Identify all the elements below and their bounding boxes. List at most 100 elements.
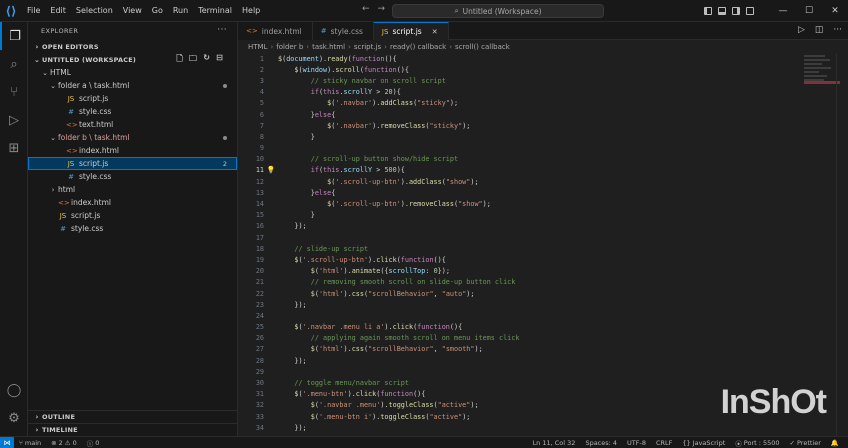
tree-file[interactable]: <> text.html [28, 118, 237, 131]
problems-indicator[interactable]: ⊗ 2 ⚠ 0 [46, 439, 82, 447]
line-number: 24 [255, 311, 264, 320]
prettier-status[interactable]: ✓ Prettier [785, 439, 826, 447]
outline-section[interactable]: › OUTLINE [28, 410, 237, 423]
new-folder-icon[interactable]: 🗀 [189, 53, 197, 67]
branch-name: main [24, 438, 42, 447]
open-editors-section[interactable]: › OPEN EDITORS [28, 40, 237, 53]
source-control-icon[interactable]: ⑂ [0, 78, 28, 106]
tree-file[interactable]: <> index.html [28, 144, 237, 157]
account-icon[interactable]: ◯ [0, 376, 28, 404]
customize-layout-icon[interactable] [746, 7, 754, 15]
forward-arrow-icon[interactable]: → [378, 4, 386, 14]
editor-tab[interactable]: # style.css [312, 22, 374, 40]
tree-folder[interactable]: ⌄ folder a \ task.html [28, 79, 237, 92]
tree-file[interactable]: JS script.js 2 [28, 157, 237, 170]
tree-folder[interactable]: ⌄ HTML [28, 66, 237, 79]
extensions-icon[interactable]: ⊞ [0, 134, 28, 162]
menu-item-selection[interactable]: Selection [71, 6, 118, 15]
workspace-section[interactable]: ⌄ UNTITLED (WORKSPACE) 🗋 🗀 ↻ ⊟ [28, 53, 237, 66]
split-editor-icon[interactable]: ◫ [815, 25, 824, 35]
line-number: 33 [255, 412, 264, 421]
menu-item-file[interactable]: File [22, 6, 45, 15]
editor-tab[interactable]: JS script.js ✕ [373, 22, 449, 40]
settings-gear-icon[interactable]: ⚙ [0, 404, 28, 432]
new-file-icon[interactable]: 🗋 [176, 53, 183, 67]
chevron-right-icon: › [51, 185, 55, 194]
tree-folder[interactable]: ⌄ folder b \ task.html [28, 131, 237, 144]
editor-tab[interactable]: <> index.html [238, 22, 313, 40]
breadcrumb-item[interactable]: task.html [312, 43, 345, 51]
line-number: 10 [255, 155, 264, 164]
tree-file[interactable]: JS script.js [28, 209, 237, 222]
line-number: 23 [255, 300, 264, 309]
menu-item-run[interactable]: Run [168, 6, 193, 15]
tree-file[interactable]: # style.css [28, 170, 237, 183]
command-center-search[interactable]: ⌕ Untitled (Workspace) [392, 4, 604, 18]
tree-file[interactable]: # style.css [28, 105, 237, 118]
code-editor[interactable]: 1 $(document).ready(function(){2 $(window… [238, 53, 848, 436]
warning-count: 0 [72, 438, 77, 447]
code-text: // toggle menu/navbar script [294, 379, 409, 388]
more-actions-icon[interactable]: ··· [833, 25, 842, 35]
chevron-right-icon: › [384, 42, 387, 51]
run-debug-icon[interactable]: ▷ [0, 106, 28, 134]
language-mode[interactable]: {} JavaScript [677, 439, 730, 447]
cursor-position[interactable]: Ln 11, Col 32 [528, 439, 581, 447]
code-line: 2 $(window).scroll(function(){ [238, 64, 848, 75]
line-number: 13 [255, 188, 264, 197]
menu-item-terminal[interactable]: Terminal [193, 6, 237, 15]
tree-file[interactable]: JS script.js [28, 92, 237, 105]
code-text: }else{ [278, 110, 336, 119]
sidebar-title: EXPLORER [41, 27, 79, 35]
branch-indicator[interactable]: ⑂ main [14, 439, 46, 447]
indentation[interactable]: Spaces: 4 [580, 439, 622, 447]
maximize-button[interactable]: ☐ [796, 0, 822, 22]
menu-item-go[interactable]: Go [147, 6, 168, 15]
live-server-port[interactable]: ⦿ Port : 5500 [730, 438, 784, 448]
tree-item-label: style.css [79, 172, 112, 181]
notifications-bell-icon[interactable]: 🔔 [826, 439, 844, 447]
code-text: } [278, 132, 315, 141]
line-ending[interactable]: CRLF [651, 439, 677, 447]
code-line: 29 [238, 366, 848, 377]
collapse-all-icon[interactable]: ⊟ [216, 53, 223, 67]
menu-item-view[interactable]: View [118, 6, 147, 15]
toggle-secondary-sidebar-icon[interactable] [732, 7, 740, 15]
minimize-button[interactable]: — [770, 0, 796, 22]
check-icon: ✓ [789, 439, 795, 447]
minimap[interactable] [804, 53, 840, 113]
watermark-logo: InShOt [720, 383, 827, 421]
breadcrumb-item[interactable]: HTML [248, 43, 267, 51]
info-indicator[interactable]: ⓘ 0 [82, 438, 105, 448]
css-file-icon: # [68, 172, 74, 181]
breadcrumb-item[interactable]: ready() callback [390, 43, 446, 51]
breadcrumb-item[interactable]: scroll() callback [455, 43, 510, 51]
timeline-section[interactable]: › TIMELINE [28, 423, 237, 436]
breadcrumb-item[interactable]: folder b [276, 43, 303, 51]
more-actions-icon[interactable]: ··· [217, 25, 227, 35]
code-text: }); [278, 222, 307, 231]
explorer-icon[interactable]: ❐ [0, 22, 28, 50]
menu-bar: File Edit Selection View Go Run Terminal Help [22, 0, 265, 22]
tree-file[interactable]: # style.css [28, 222, 237, 235]
tree-file[interactable]: <> index.html [28, 196, 237, 209]
encoding[interactable]: UTF-8 [622, 439, 651, 447]
vertical-scrollbar[interactable] [836, 53, 848, 436]
close-tab-icon[interactable]: ✕ [432, 28, 438, 36]
modified-dot-icon [223, 83, 227, 88]
close-window-button[interactable]: ✕ [822, 0, 848, 22]
menu-item-help[interactable]: Help [237, 6, 265, 15]
menu-item-edit[interactable]: Edit [45, 6, 71, 15]
refresh-icon[interactable]: ↻ [203, 53, 210, 67]
breadcrumb-item[interactable]: script.js [354, 43, 381, 51]
toggle-primary-sidebar-icon[interactable] [704, 7, 712, 15]
run-file-icon[interactable]: ▷ [798, 25, 805, 35]
back-arrow-icon[interactable]: ← [362, 4, 370, 14]
search-icon[interactable]: ⌕ [0, 50, 28, 78]
minimap-error-marker [804, 81, 840, 84]
toggle-panel-icon[interactable] [718, 7, 726, 15]
lightbulb-icon[interactable]: 💡 [264, 166, 278, 174]
remote-indicator-icon[interactable]: ⋈ [0, 436, 14, 448]
code-line: 9 [238, 143, 848, 154]
tree-folder[interactable]: › html [28, 183, 237, 196]
